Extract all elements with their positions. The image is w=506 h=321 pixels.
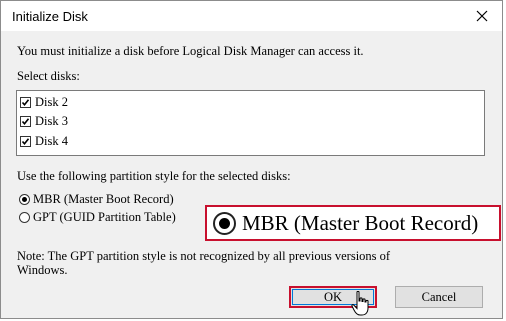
title-bar: Initialize Disk — [1, 1, 502, 31]
disk-checkbox[interactable] — [20, 96, 31, 108]
mbr-radio[interactable] — [19, 194, 30, 205]
select-disks-label: Select disks: — [17, 69, 80, 83]
cancel-button[interactable]: Cancel — [395, 286, 483, 308]
disk-checkbox[interactable] — [20, 135, 31, 147]
mbr-label: MBR (Master Boot Record) — [33, 192, 174, 206]
disk-checkbox[interactable] — [20, 115, 31, 127]
checkmark-icon — [21, 137, 30, 145]
partition-style-label: Use the following partition style for th… — [17, 169, 291, 183]
disk-item[interactable]: Disk 2 — [20, 94, 68, 110]
disk-label: Disk 3 — [35, 113, 68, 128]
checkmark-icon — [21, 117, 30, 125]
disk-list[interactable]: Disk 2 Disk 3 Disk 4 — [16, 90, 485, 156]
note-line-2: Windows. — [17, 263, 68, 277]
dialog-title: Initialize Disk — [12, 9, 88, 24]
ok-button-label: OK — [292, 289, 374, 305]
gpt-radio[interactable] — [19, 212, 30, 223]
close-icon — [476, 10, 488, 22]
close-button[interactable] — [468, 4, 496, 28]
checkmark-icon — [21, 98, 30, 106]
mbr-option[interactable]: MBR (Master Boot Record) — [19, 192, 174, 207]
disk-item[interactable]: Disk 4 — [20, 133, 68, 149]
disk-item[interactable]: Disk 3 — [20, 113, 68, 129]
ok-button[interactable]: OK — [289, 286, 377, 308]
intro-text: You must initialize a disk before Logica… — [17, 44, 364, 58]
disk-label: Disk 2 — [35, 94, 68, 109]
mbr-radio-zoomed — [213, 211, 236, 235]
disk-label: Disk 4 — [35, 133, 68, 148]
gpt-label: GPT (GUID Partition Table) — [33, 210, 176, 224]
mbr-zoom-callout: MBR (Master Boot Record) — [205, 205, 501, 241]
initialize-disk-dialog: Initialize Disk You must initialize a di… — [0, 0, 503, 319]
note-line-1: Note: The GPT partition style is not rec… — [17, 249, 391, 263]
mbr-zoom-label: MBR (Master Boot Record) — [242, 210, 479, 235]
gpt-option[interactable]: GPT (GUID Partition Table) — [19, 210, 176, 225]
